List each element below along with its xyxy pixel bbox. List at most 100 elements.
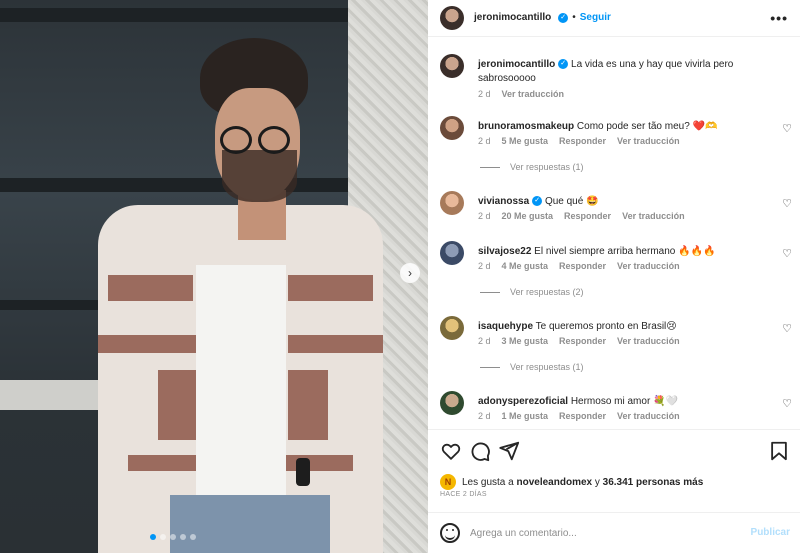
photo-glasses <box>214 126 294 154</box>
comment-item: isaquehype Te queremos pronto en Brasil😢… <box>428 316 800 376</box>
view-replies-button[interactable]: Ver respuestas (2) <box>480 287 584 297</box>
share-paper-plane-icon[interactable] <box>498 440 520 462</box>
comment-reply-button[interactable]: Responder <box>559 261 606 271</box>
comment-time: 2 d <box>478 336 491 346</box>
commenter-avatar[interactable] <box>440 191 464 215</box>
post-header: jeronimocantillo ✓ • Seguir ••• <box>428 0 800 37</box>
verified-badge-icon: ✓ <box>532 196 543 207</box>
shirt-stripe <box>98 335 196 353</box>
commenter-avatar[interactable] <box>440 391 464 415</box>
commenter-avatar[interactable] <box>440 116 464 140</box>
view-replies-label: Ver respuestas (1) <box>510 162 584 172</box>
photo-watch <box>296 458 310 486</box>
comment-translate-link[interactable]: Ver traducción <box>617 336 680 346</box>
comment-likes-count[interactable]: 1 Me gusta <box>502 411 549 421</box>
comment-text-block: isaquehype Te queremos pronto en Brasil😢 <box>478 320 778 334</box>
comment-meta: 2 d 4 Me gusta Responder Ver traducción <box>478 261 680 271</box>
save-bookmark-icon[interactable] <box>768 440 790 462</box>
view-replies-button[interactable]: Ver respuestas (1) <box>480 362 584 372</box>
comment-translate-link[interactable]: Ver traducción <box>617 136 680 146</box>
caption-avatar[interactable] <box>440 54 464 78</box>
comment-translate-link[interactable]: Ver traducción <box>617 261 680 271</box>
likes-prefix: Les gusta a <box>462 476 514 488</box>
replies-line <box>480 366 500 368</box>
comment-time: 2 d <box>478 261 491 271</box>
comment-username[interactable]: brunoramosmakeup <box>478 121 574 132</box>
photo-jeans <box>170 495 330 553</box>
likes-count[interactable]: 36.341 personas más <box>603 477 704 488</box>
comment-likes-count[interactable]: 3 Me gusta <box>502 336 549 346</box>
comment-like-heart-icon[interactable]: ♡ <box>782 397 792 410</box>
author-avatar[interactable] <box>440 6 464 30</box>
comment-like-heart-icon[interactable]: ♡ <box>782 122 792 135</box>
comment-text-block: silvajose22 El nivel siempre arriba herm… <box>478 245 778 259</box>
photo-mullion <box>0 178 350 192</box>
author-username[interactable]: jeronimocantillo <box>474 12 551 23</box>
comment-meta: 2 d 3 Me gusta Responder Ver traducción <box>478 336 680 346</box>
follow-button[interactable]: Seguir <box>580 12 611 23</box>
liker-avatar[interactable]: N <box>440 474 456 490</box>
comment-text: Que qué 🤩 <box>544 196 599 207</box>
comment-reply-button[interactable]: Responder <box>559 411 606 421</box>
comment-reply-button[interactable]: Responder <box>559 336 606 346</box>
shirt-letter-n <box>158 370 198 440</box>
shirt-letter-r <box>288 370 328 440</box>
carousel-dot <box>160 534 166 540</box>
comment-username[interactable]: vivianossa <box>478 196 529 207</box>
publish-button[interactable]: Publicar <box>751 527 790 538</box>
comment-reply-button[interactable]: Responder <box>559 136 606 146</box>
comment-username[interactable]: adonysperezoficial <box>478 396 568 407</box>
header-user-line: jeronimocantillo ✓ • Seguir <box>474 12 611 23</box>
comment-time: 2 d <box>478 411 491 421</box>
commenter-avatar[interactable] <box>440 241 464 265</box>
comment-username[interactable]: silvajose22 <box>478 246 531 257</box>
comment-translate-link[interactable]: Ver traducción <box>617 411 680 421</box>
comment-likes-count[interactable]: 20 Me gusta <box>502 211 554 221</box>
add-comment-bar: Publicar <box>428 512 800 553</box>
liker-username[interactable]: noveleandomex <box>517 477 593 488</box>
carousel-dot-active <box>150 534 156 540</box>
emoji-icon[interactable] <box>440 523 460 543</box>
comment-like-heart-icon[interactable]: ♡ <box>782 197 792 210</box>
comment-like-heart-icon[interactable]: ♡ <box>782 247 792 260</box>
carousel-dot <box>180 534 186 540</box>
carousel-dots <box>150 534 196 540</box>
replies-line <box>480 291 500 293</box>
verified-badge-icon: ✓ <box>558 59 569 70</box>
instagram-post-modal: › jeronimocantillo ✓ • Seguir ••• jeroni… <box>0 0 800 553</box>
post-photo[interactable]: › <box>0 0 428 553</box>
shirt-stripe <box>288 335 383 353</box>
shirt-stripe <box>278 455 353 471</box>
likes-text: Les gusta a noveleandomex y 36.341 perso… <box>462 477 703 488</box>
likes-conjunction: y <box>594 476 600 488</box>
commenter-avatar[interactable] <box>440 316 464 340</box>
view-replies-label: Ver respuestas (1) <box>510 362 584 372</box>
comment-text-block: brunoramosmakeup Como pode ser tão meu? … <box>478 120 778 134</box>
caption-username[interactable]: jeronimocantillo <box>478 59 555 70</box>
comment-username[interactable]: isaquehype <box>478 321 533 332</box>
comment-likes-count[interactable]: 5 Me gusta <box>502 136 549 146</box>
comments-list[interactable]: jeronimocantillo ✓ La vida es una y hay q… <box>428 37 800 429</box>
comment-text-block: adonysperezoficial Hermoso mi amor 💐🤍 <box>478 395 778 409</box>
shirt-stripe <box>128 455 203 471</box>
view-replies-label: Ver respuestas (2) <box>510 287 584 297</box>
dot-separator: • <box>572 12 576 23</box>
comment-like-heart-icon[interactable]: ♡ <box>782 322 792 335</box>
view-replies-button[interactable]: Ver respuestas (1) <box>480 162 584 172</box>
more-options-icon[interactable]: ••• <box>770 10 788 26</box>
carousel-next-button[interactable]: › <box>400 263 420 283</box>
caption-time: 2 d <box>478 89 491 99</box>
comment-reply-button[interactable]: Responder <box>564 211 611 221</box>
comment-translate-link[interactable]: Ver traducción <box>622 211 685 221</box>
post-timestamp[interactable]: HACE 2 DÍAS <box>440 491 487 498</box>
shirt-stripe <box>288 275 373 301</box>
comment-input[interactable] <box>470 524 730 542</box>
comment-likes-count[interactable]: 4 Me gusta <box>502 261 549 271</box>
comment-bubble-icon[interactable] <box>469 440 491 462</box>
comment-item: silvajose22 El nivel siempre arriba herm… <box>428 241 800 301</box>
caption-translate-link[interactable]: Ver traducción <box>502 89 565 99</box>
caption-text-block: jeronimocantillo ✓ La vida es una y hay q… <box>478 58 778 86</box>
post-actions: N Les gusta a noveleandomex y 36.341 per… <box>428 429 800 553</box>
caption-meta: 2 d Ver traducción <box>478 89 564 99</box>
like-heart-icon[interactable] <box>440 440 462 462</box>
